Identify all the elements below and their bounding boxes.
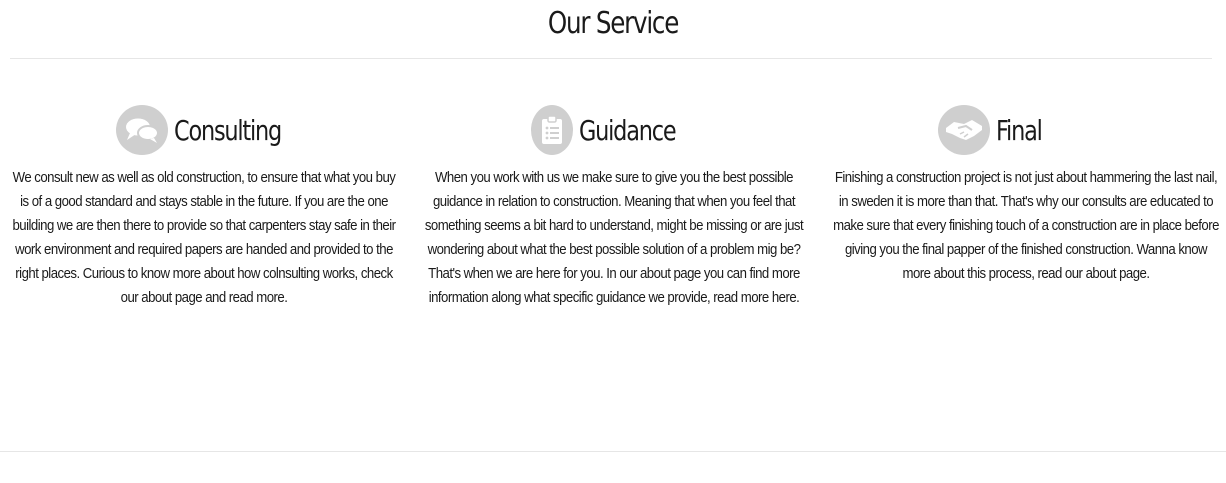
service-header: Consulting — [0, 104, 400, 156]
title-divider — [10, 58, 1212, 59]
service-description: We consult new as well as old constructi… — [12, 169, 396, 306]
service-final: Final Finishing a construction project i… — [822, 104, 1222, 286]
section-title: Our Service — [547, 6, 680, 41]
handshake-icon — [938, 105, 990, 155]
service-consulting: Consulting We consult new as well as old… — [0, 104, 400, 310]
service-header: Final — [822, 104, 1222, 156]
chat-bubbles-icon — [116, 105, 168, 155]
service-description: When you work with us we make sure to gi… — [424, 169, 804, 306]
service-title: Guidance — [579, 113, 677, 147]
service-description: Finishing a construction project is not … — [833, 169, 1219, 282]
service-guidance: Guidance When you work with us we make s… — [410, 104, 810, 310]
services-section: Our Service Consulting We consult new as… — [0, 0, 1226, 483]
footer-divider — [0, 451, 1226, 452]
service-title: Consulting — [174, 113, 282, 147]
service-header: Guidance — [410, 104, 810, 156]
clipboard-list-icon — [531, 105, 573, 155]
service-title: Final — [996, 113, 1043, 147]
